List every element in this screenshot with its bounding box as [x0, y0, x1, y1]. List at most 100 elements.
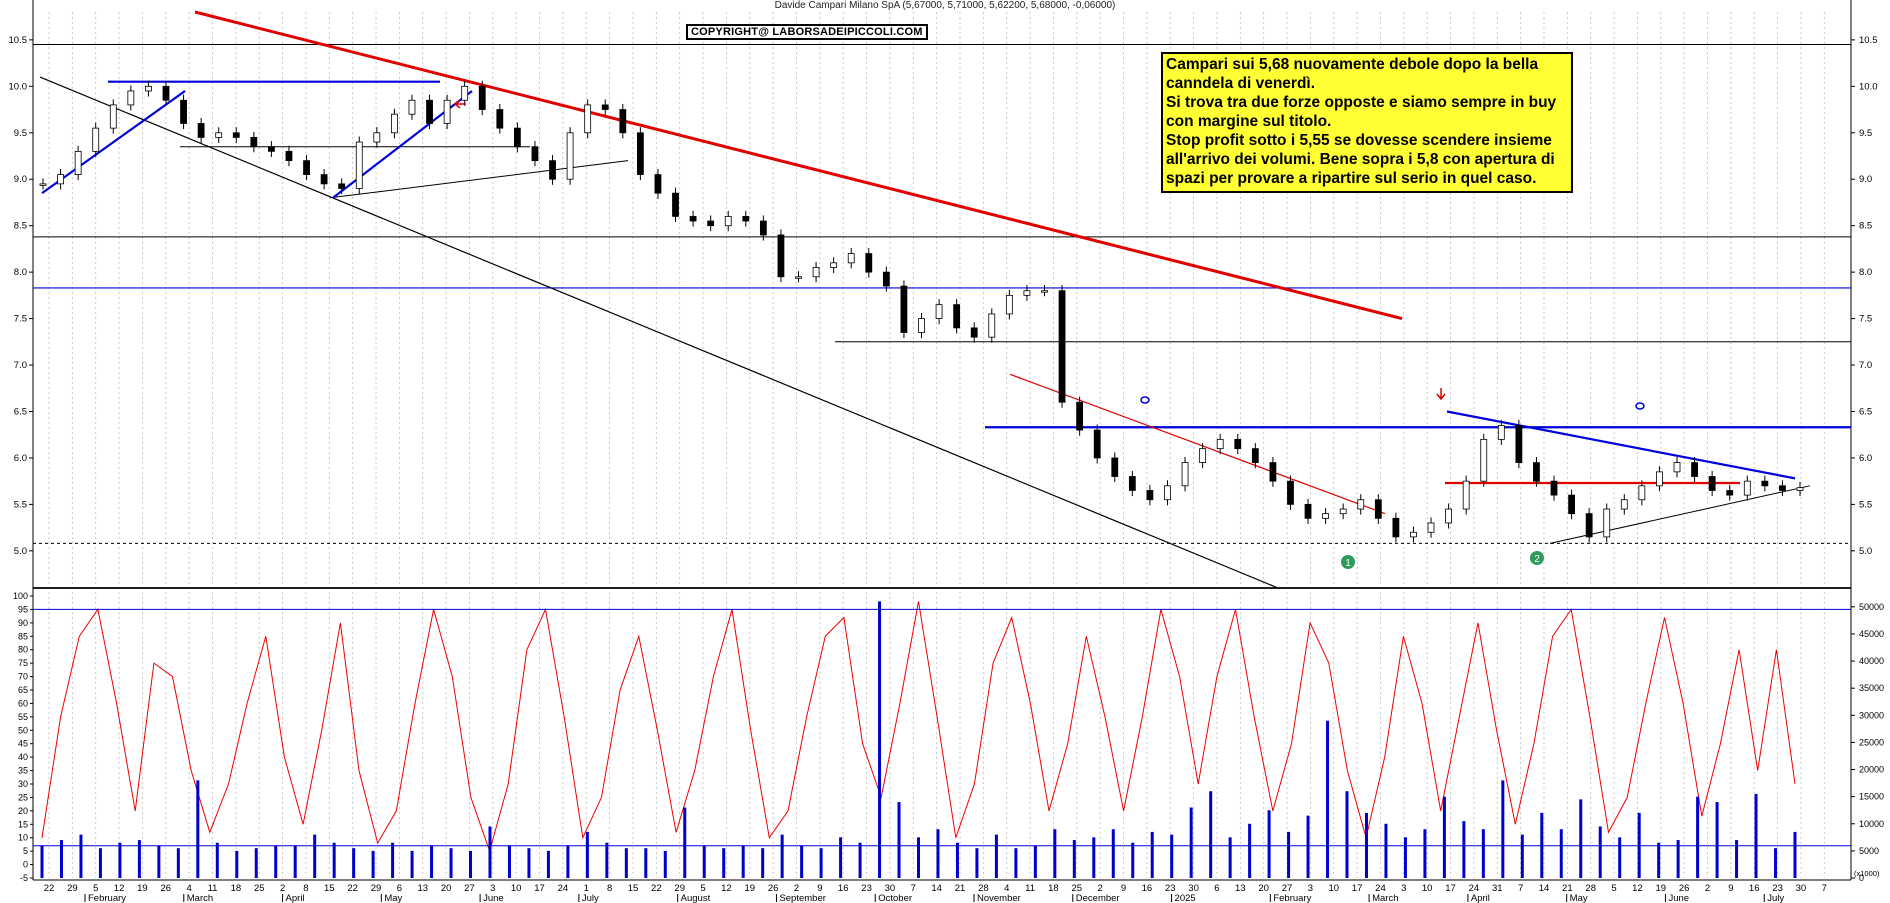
x-month-label: April	[1471, 893, 1490, 903]
price-tick-label-left: 7.0	[14, 360, 27, 371]
candle-body	[180, 99, 187, 124]
vol-tick-label: 40000	[1859, 656, 1884, 666]
x-day-label: 6	[1214, 883, 1219, 894]
x-day-label: 22	[347, 883, 358, 894]
volume-bar	[819, 848, 823, 878]
volume-bar	[1520, 834, 1524, 878]
candle-body	[724, 215, 732, 227]
candle-body	[759, 220, 767, 236]
candle-body	[812, 267, 820, 278]
price-tick-label-right: 10.5	[1859, 35, 1878, 46]
candle-body	[443, 99, 451, 124]
volume-bar	[1267, 810, 1271, 878]
stock-chart: 10.510.09.59.08.58.07.57.06.56.05.55.010…	[9, 0, 1884, 903]
volume-bar	[897, 802, 901, 878]
x-day-label: 2	[1705, 883, 1710, 894]
volume-bar	[79, 834, 83, 878]
volume-bar	[1598, 826, 1602, 878]
volume-bar	[566, 845, 570, 878]
candle-body	[1374, 499, 1382, 519]
price-tick-label-left: 8.5	[14, 221, 27, 232]
x-day-label: 9	[1121, 883, 1126, 894]
candle-body	[215, 132, 223, 138]
volume-bar	[761, 848, 765, 878]
volume-bar	[313, 834, 317, 878]
candle-body	[1410, 531, 1417, 538]
volume-bar	[332, 842, 336, 878]
x-day-label: 25	[254, 883, 265, 894]
candle-body	[513, 127, 521, 148]
candle-body	[426, 99, 433, 124]
candle-body	[882, 271, 890, 287]
x-day-label: 19	[137, 883, 148, 894]
volume-bar	[274, 845, 278, 878]
candle-body	[1708, 476, 1716, 491]
volume-bar	[1501, 780, 1505, 878]
volume-bar	[1442, 796, 1446, 878]
x-day-label: 12	[721, 883, 732, 894]
candle-body	[1322, 513, 1330, 519]
x-day-label: 18	[1048, 883, 1059, 894]
vol-tick-label: 30000	[1859, 710, 1884, 720]
price-tick-label-right: 7.5	[1859, 314, 1872, 325]
osc-tick-label: 30	[18, 779, 28, 789]
price-tick-label-right: 6.5	[1859, 406, 1872, 417]
volume-bar	[1774, 848, 1778, 878]
volume-bar	[1423, 829, 1427, 878]
volume-bar	[1131, 842, 1135, 878]
candle-body	[197, 123, 205, 138]
candle-body	[268, 146, 275, 152]
volume-bar	[800, 845, 804, 878]
candle-body	[1497, 425, 1505, 440]
volume-bar	[780, 834, 784, 878]
volume-bar	[994, 834, 998, 878]
blue-o-marker	[1140, 396, 1150, 404]
volume-bar	[1384, 823, 1388, 878]
candle-body	[1761, 480, 1769, 487]
x-day-label: 29	[67, 883, 78, 894]
candle-body	[1339, 508, 1347, 515]
vol-tick-label: 25000	[1859, 737, 1884, 747]
x-day-label: 5	[1611, 883, 1616, 894]
price-tick-label-left: 6.0	[14, 453, 27, 464]
candle-body	[1287, 480, 1294, 505]
candle-body	[1480, 438, 1488, 482]
volume-bar	[1754, 793, 1758, 878]
candle-body	[1199, 448, 1207, 463]
x-day-label: 11	[1025, 883, 1035, 894]
candle-body	[109, 104, 117, 129]
candle-body	[1743, 480, 1751, 496]
osc-tick-label: -5	[20, 873, 28, 883]
candle-body	[777, 234, 785, 278]
price-tick-label-right: 8.0	[1859, 267, 1872, 278]
blue-o-marker	[1635, 402, 1645, 410]
x-month-label: February	[1273, 893, 1311, 903]
candle-body	[549, 160, 556, 180]
volume-bar	[878, 601, 882, 878]
oscillator-series	[41, 601, 1796, 853]
x-month-label: November	[977, 893, 1021, 903]
vol-tick-label: 20000	[1859, 765, 1884, 775]
candle-body	[162, 85, 170, 101]
volume-bar	[975, 848, 979, 878]
x-day-label: 18	[231, 883, 242, 894]
note-line-2: Si trova tra due forze opposte e siamo s…	[1166, 94, 1557, 130]
price-tick-label-left: 10.5	[9, 35, 28, 46]
x-day-label: 14	[931, 883, 942, 894]
candle-body	[1462, 480, 1470, 510]
candle-body	[830, 262, 838, 268]
candle-body	[1515, 425, 1523, 463]
candle-body	[1568, 494, 1575, 515]
volume-bar	[644, 848, 648, 878]
volume-bar	[430, 845, 434, 878]
x-month-label: July	[1767, 893, 1784, 903]
candle-body	[1796, 487, 1804, 491]
candle-body	[1638, 485, 1646, 501]
volume-bar	[1657, 842, 1661, 878]
volume-bar	[1053, 829, 1057, 878]
x-day-label: 22	[651, 883, 662, 894]
candle-body	[1357, 499, 1365, 510]
x-day-label: 16	[1749, 883, 1760, 894]
wave-marker-label: 2	[1534, 554, 1540, 565]
candle-body	[1023, 290, 1031, 296]
